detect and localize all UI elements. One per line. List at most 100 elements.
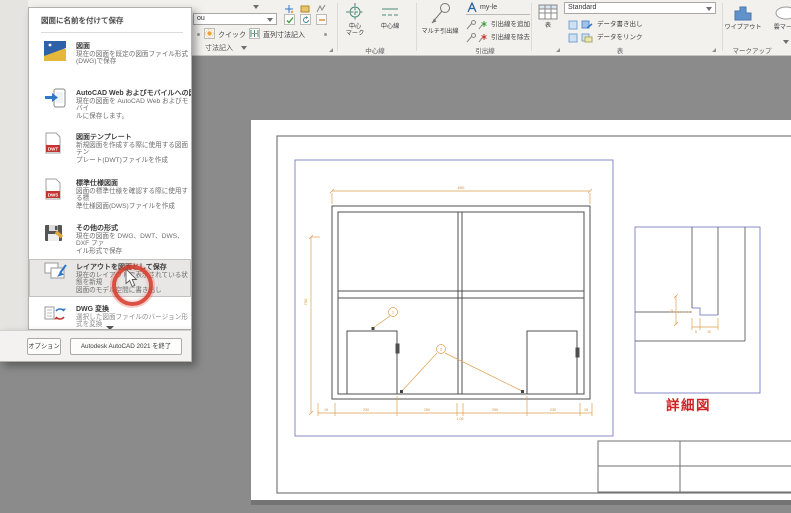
annotation-monitor-icon[interactable] xyxy=(284,14,295,25)
quick-dimension-button[interactable]: クイック xyxy=(218,30,246,40)
table-button[interactable]: 表 xyxy=(535,3,561,29)
menu-item-title: 図面 xyxy=(76,43,90,50)
remove-leader-button[interactable]: 引出線を除去 xyxy=(491,31,530,41)
centermark-label: 中心 マーク xyxy=(345,23,365,37)
centerline-label: 中心線 xyxy=(380,23,400,30)
paper-shadow xyxy=(251,500,791,505)
mouse-cursor xyxy=(125,269,138,288)
wipeout-label: ワイプアウト xyxy=(724,24,762,31)
menu-item-dwg-convert[interactable]: DWG 変換 選択した図面ファイルのバージョン形式を変換 xyxy=(29,301,191,328)
svg-text:5: 5 xyxy=(695,330,697,334)
menu-item-standards-drawing[interactable]: DWS 標準仕様図面 図面の標準仕様を確認する際に使用する標 準仕様図面(DWS… xyxy=(29,175,191,220)
multileader-style-combo[interactable]: my-le xyxy=(466,1,530,15)
menu-item-desc: 新規図面を作成する際に使用する図面テン プレート(DWT)ファイルを作成 xyxy=(76,142,189,164)
centerline-icon xyxy=(382,8,398,16)
menu-item-web-mobile-save[interactable]: AutoCAD Web およびモバイルへの図面 現在の図面を AutoCAD W… xyxy=(29,85,191,129)
dwt-file-icon: DWT xyxy=(44,132,68,154)
chevron-down-icon xyxy=(783,40,789,44)
centermark-button[interactable]: 中心 マーク xyxy=(340,2,370,37)
door-handle xyxy=(395,343,400,354)
panel-separator xyxy=(531,3,532,51)
menu-item-desc: 図面の標準仕様を確認する際に使用する標 準仕様図面(DWS)ファイルを作成 xyxy=(76,188,189,210)
add-leader-button[interactable]: 引出線を追加 xyxy=(491,18,530,28)
centerline-panel-label[interactable]: 中心線 xyxy=(340,45,410,55)
continue-dimension-button[interactable]: 直列寸法記入 xyxy=(263,30,305,40)
dim-style-value: ou xyxy=(197,15,205,22)
revision-cloud-label: 雲マーク xyxy=(773,24,791,31)
dim-style-combo[interactable]: ou xyxy=(193,13,277,25)
svg-text:15: 15 xyxy=(584,408,588,412)
svg-text:10: 10 xyxy=(707,330,711,334)
exit-autocad-button[interactable]: Autodesk AutoCAD 2021 を終了 xyxy=(70,338,182,355)
leader-dot xyxy=(521,390,524,393)
leader-dot xyxy=(371,327,375,330)
annotation-refresh-icon[interactable] xyxy=(300,14,311,25)
revision-cloud-icon xyxy=(775,6,791,20)
dim-top-text: 600 xyxy=(458,185,465,190)
data-link-icon xyxy=(568,30,578,48)
dws-file-icon: DWS xyxy=(44,178,68,200)
svg-text:15: 15 xyxy=(324,408,328,412)
table-label: 表 xyxy=(544,22,552,29)
table-style-value: Standard xyxy=(568,4,597,11)
multileader-style-value: my-le xyxy=(480,4,498,11)
centerline-button[interactable]: 中心線 xyxy=(372,2,408,30)
menu-item-drawing-save[interactable]: 図面 現在の図面を既定の図面ファイル形式 (DWG)で保存 xyxy=(29,38,191,85)
menu-item-save-layout-as-drawing[interactable]: レイアウトを図面として保存 現在のレイアウトで表示されている状態を新規 図面のモ… xyxy=(29,259,191,297)
multileader-button[interactable]: マルチ引出線 xyxy=(416,1,464,35)
svg-text:250: 250 xyxy=(424,408,430,412)
dimension-panel-label[interactable]: 寸法記入 xyxy=(205,43,233,53)
dwg-convert-icon xyxy=(44,304,68,326)
menu-item-title: AutoCAD Web およびモバイルへの図面 xyxy=(76,90,192,97)
menu-item-title: 図面テンプレート xyxy=(76,134,132,141)
svg-text:230: 230 xyxy=(550,408,556,412)
data-link-icon xyxy=(581,30,593,48)
divider xyxy=(41,32,183,33)
quick-dimension-icon[interactable] xyxy=(204,28,215,39)
dim-left-text: 700 xyxy=(303,298,308,305)
menu-item-title: 標準仕様図面 xyxy=(76,180,118,187)
svg-text:DWS: DWS xyxy=(48,193,59,198)
svg-text:50: 50 xyxy=(670,309,674,313)
chevron-down-icon xyxy=(241,46,247,50)
detail-view-label: 詳細図 xyxy=(666,397,711,413)
wipeout-icon xyxy=(734,6,752,21)
save-as-submenu: 図面に名前を付けて保存 図面 現在の図面を既定の図面ファイル形式 (DWG)で保… xyxy=(28,7,192,330)
menu-item-drawing-template[interactable]: DWT 図面テンプレート 新規図面を作成する際に使用する図面テン プレート(DW… xyxy=(29,129,191,175)
panel-launcher-icon[interactable] xyxy=(329,48,333,52)
chevron-down-icon xyxy=(706,7,712,11)
dwg-file-icon xyxy=(44,41,68,63)
annotation-off-icon[interactable] xyxy=(316,14,327,25)
menu-item-title: DWG 変換 xyxy=(76,306,110,313)
leader-panel-label[interactable]: 引出線 xyxy=(455,45,515,55)
continue-dimension-icon[interactable] xyxy=(249,28,260,39)
wipeout-button[interactable]: ワイプアウト xyxy=(722,3,764,31)
table-icon xyxy=(538,4,558,20)
menu-item-desc: 選択した図面ファイルのバージョン形式を変換 xyxy=(76,314,188,329)
svg-text:250: 250 xyxy=(492,408,498,412)
markup-panel-label[interactable]: マークアップ xyxy=(726,45,778,55)
svg-text:230: 230 xyxy=(363,408,369,412)
app-menu-left-column xyxy=(0,0,28,330)
options-button[interactable]: オプション xyxy=(27,338,61,355)
table-panel-label[interactable]: 表 xyxy=(600,45,640,55)
chevron-down-icon[interactable] xyxy=(253,5,259,9)
svg-text:DWT: DWT xyxy=(48,147,58,152)
bullet-icon xyxy=(197,33,200,36)
bullet-icon xyxy=(324,33,327,36)
menu-item-other-formats[interactable]: その他の形式 現在の図面を DWG、DWT、DWS、DXF ファ イル形式で保存 xyxy=(29,220,191,259)
layout-paper-sheet: 600 700 15 230 250 250 230 15 1,05 1 2 5… xyxy=(251,120,791,505)
multileader-icon xyxy=(431,3,450,24)
menu-item-desc: 現在の図面を DWG、DWT、DWS、DXF ファ イル形式で保存 xyxy=(76,233,184,255)
data-extract-button[interactable]: データ書き出し xyxy=(597,18,643,28)
panel-separator xyxy=(337,3,338,51)
submenu-header: 図面に名前を付けて保存 xyxy=(41,16,124,25)
multileader-label: マルチ引出線 xyxy=(421,28,459,35)
panel-launcher-icon[interactable] xyxy=(712,48,716,52)
chevron-down-icon xyxy=(267,18,273,22)
table-style-combo[interactable]: Standard xyxy=(564,2,716,14)
revision-cloud-button[interactable]: 雲マーク xyxy=(764,3,791,49)
panel-launcher-icon[interactable] xyxy=(556,48,560,52)
data-link-button[interactable]: データをリンク xyxy=(597,31,643,41)
dim-bottom-center-text: 1,05 xyxy=(457,417,464,421)
